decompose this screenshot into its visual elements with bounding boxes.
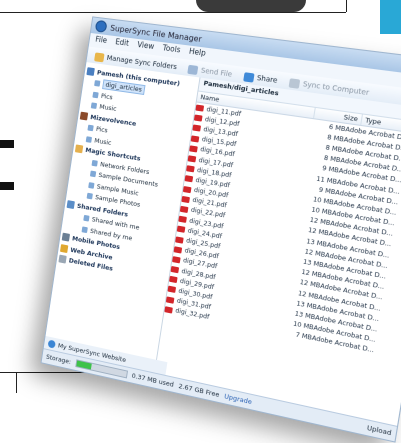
pdf-file-icon (181, 195, 191, 203)
tree-item-label: Music (93, 136, 113, 147)
menu-help[interactable]: Help (188, 47, 206, 61)
send-file-label: Send File (200, 66, 233, 79)
folder-icon (86, 192, 93, 200)
folder-icon (92, 91, 99, 99)
user-icon (79, 111, 89, 121)
storage-free: 2.67 GB Free (177, 382, 220, 399)
share-label: Share (256, 73, 278, 85)
page-rule (16, 372, 17, 393)
shared-icon (66, 199, 75, 209)
pdf-file-icon (178, 215, 187, 224)
pdf-file-icon (182, 185, 192, 193)
pdf-file-icon (176, 225, 186, 234)
pdf-file-icon (190, 135, 200, 143)
pdf-file-icon (184, 175, 194, 183)
pdf-file-icon (179, 205, 189, 214)
computer-icon (86, 66, 95, 76)
web-icon (60, 243, 69, 253)
pdf-file-icon (192, 124, 201, 133)
folder-icon (88, 181, 95, 189)
upgrade-link[interactable]: Upgrade (224, 392, 253, 406)
pdf-file-icon (187, 155, 197, 163)
menu-tools[interactable]: Tools (162, 43, 181, 57)
pdf-file-icon (165, 296, 175, 304)
status-right: Upload (366, 423, 393, 438)
app-window: SuperSync File Manager File Edit View To… (40, 16, 401, 443)
folder-icon (83, 215, 90, 222)
pdf-file-icon (173, 245, 183, 254)
folder-icon (91, 159, 98, 167)
menu-edit[interactable]: Edit (114, 37, 130, 51)
tree-item-label: Music (98, 102, 118, 114)
menu-view[interactable]: View (136, 40, 155, 54)
text-bullet (0, 182, 14, 190)
folder-icon (85, 135, 93, 143)
folder-icon (87, 124, 94, 132)
tree-item-label: Pics (95, 125, 109, 135)
text-bullet (0, 140, 14, 148)
pdf-file-icon (167, 286, 177, 294)
app-logo-icon (94, 19, 108, 33)
menu-file[interactable]: File (94, 35, 108, 48)
pdf-file-icon (164, 306, 173, 314)
storage-progress-fill (75, 360, 92, 370)
tree-item-label: Pics (100, 91, 114, 102)
files-icon (58, 254, 67, 264)
mobile-icon (61, 232, 71, 242)
pdf-file-icon (170, 266, 180, 274)
share-icon (243, 71, 255, 83)
device-edge (196, 0, 306, 12)
sync-icon (288, 77, 301, 89)
page-rule (0, 12, 346, 13)
folder-icon (94, 51, 105, 62)
pdf-file-icon (195, 104, 205, 112)
globe-icon (47, 339, 56, 349)
page-rule (346, 0, 347, 12)
file-list: Pamesh/digi_articles Name Size Type digi… (154, 77, 401, 427)
file-rows: digi_11.pdf 6 MB Adobe Acrobat D... digi_12… (164, 103, 401, 364)
folder-icon (81, 226, 88, 233)
send-icon (187, 64, 199, 75)
page-color-tab (380, 0, 401, 34)
storage-label: Storage: (45, 352, 72, 366)
pdf-file-icon (189, 145, 198, 153)
pdf-file-icon (175, 235, 184, 244)
pdf-file-icon (193, 114, 203, 122)
folder-icon (90, 102, 98, 110)
pdf-file-icon (168, 276, 178, 284)
pdf-file-icon (186, 165, 195, 173)
folder-icon (74, 144, 84, 154)
pdf-file-icon (172, 256, 181, 264)
folder-icon (94, 80, 101, 87)
folder-icon (89, 170, 97, 178)
